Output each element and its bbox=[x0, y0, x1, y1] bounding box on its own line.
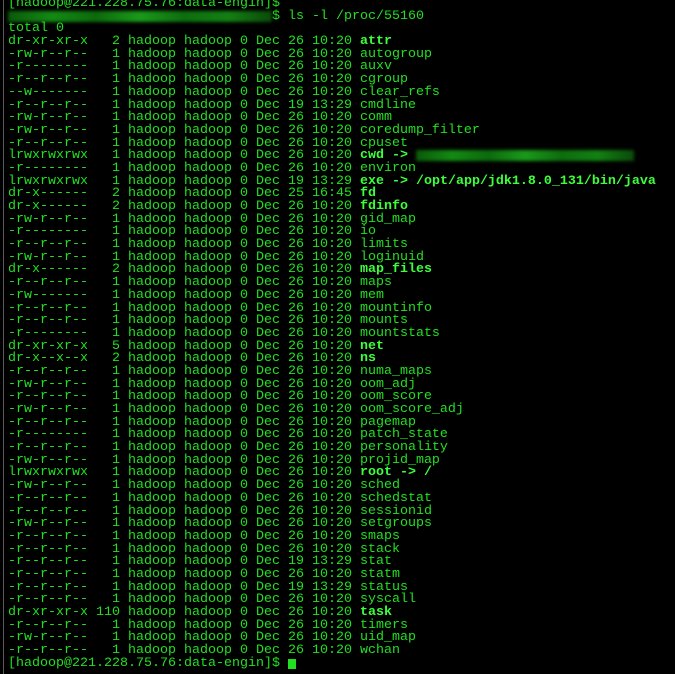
file-name: wchan bbox=[359, 643, 400, 659]
window-border bbox=[3, 0, 4, 674]
terminal-output: [hadoop@221.228.75.76:data-engin]$ $ ls … bbox=[8, 0, 656, 670]
command-text: $ ls -l /proc/55160 bbox=[272, 8, 424, 24]
cursor[interactable] bbox=[287, 658, 296, 669]
link-target: / bbox=[423, 465, 432, 481]
final-prompt-line: [hadoop@221.228.75.76:data-engin]$ bbox=[8, 655, 656, 671]
link-arrow: -> bbox=[383, 173, 416, 189]
redacted-target bbox=[415, 150, 634, 162]
redacted-prompt bbox=[8, 10, 272, 22]
command-line: $ ls -l /proc/55160 bbox=[8, 8, 656, 24]
terminal-window[interactable]: [hadoop@221.228.75.76:data-engin]$ $ ls … bbox=[0, 0, 675, 674]
listing: dr-xr-xr-x 2 hadoop hadoop 0 Dec 26 10:2… bbox=[8, 35, 656, 659]
link-target: /opt/app/jdk1.8.0_131/bin/java bbox=[415, 173, 656, 189]
prompt-text: [hadoop@221.228.75.76:data-engin]$ bbox=[8, 655, 288, 671]
